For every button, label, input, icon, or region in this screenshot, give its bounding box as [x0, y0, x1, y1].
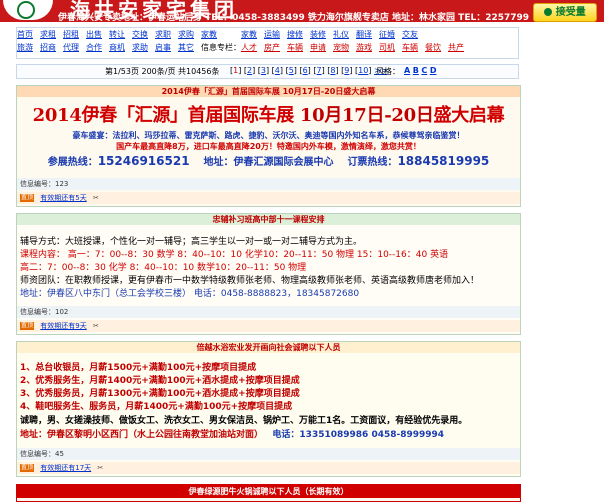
nav-link[interactable]: 装修 [310, 28, 333, 41]
nav-link[interactable]: 礼仪 [333, 28, 356, 41]
site-logo[interactable] [3, 0, 53, 20]
leaf-icon [544, 8, 553, 16]
job-line: 4、鞋吧服务生、服务员，月薪1400元+满勤100元+按摩项目提成 [20, 402, 293, 412]
nav-link[interactable]: 司机 [379, 41, 402, 54]
ad-header[interactable]: 伊春绿源肥牛火锅诚聘以下人员（长期有效） [17, 485, 520, 498]
ad-title: 2014伊春「汇源」首届国际车展 10月17日-20日盛大启幕 [32, 105, 505, 126]
nav-section-label: 信息专栏： [201, 43, 241, 52]
site-banner: 海共安家宅集团 伊春海兴安专卖地址：伊春运站后身 TEL：0458-388349… [0, 0, 604, 22]
nav-link[interactable]: 运输 [264, 28, 287, 41]
page-link[interactable]: 3 [261, 66, 266, 75]
scissors-icon[interactable]: ✂ [97, 464, 103, 472]
style-label: 风格： [376, 67, 400, 76]
nav-link[interactable]: 招租 [63, 28, 86, 41]
nav-link[interactable]: 搜修 [287, 28, 310, 41]
promo-badge[interactable]: 接受量 [533, 3, 597, 22]
scissors-icon[interactable]: ✂ [93, 322, 99, 330]
style-link[interactable]: D [430, 66, 437, 75]
style-links: A B C D [404, 66, 436, 75]
nav-link[interactable]: 转让 [109, 28, 132, 41]
ad-bath-hiring[interactable]: 倍越水浴宏业发开画向社会诚聘以下人员 1、总台收银员，月薪1500元+满勤100… [16, 341, 521, 477]
nav-link[interactable]: 征婚 [379, 28, 402, 41]
nav-link[interactable]: 旅游 [17, 41, 40, 54]
job-line: 2、优秀服务生，月薪1400元+满勤100元+酒水提成+按摩项目提成 [20, 376, 300, 386]
nav-link[interactable]: 房产 [264, 41, 287, 54]
ad-line: 地址：伊春区八中东门（总工会学校三楼） 电话：0458-8888823，1834… [20, 289, 360, 299]
ad-footer: 置顶 有效期还有9天 ✂ [17, 320, 520, 332]
page-link[interactable]: 7 [316, 66, 321, 75]
ad-brands: 豪车盛宴：法拉利、玛莎拉蒂、雷克萨斯、路虎、捷豹、沃尔沃、奥迪等国内外知名车系，… [72, 131, 465, 140]
nav-link[interactable]: 翻译 [356, 28, 379, 41]
nav-link[interactable]: 家教 [201, 28, 241, 41]
style-link[interactable]: C [421, 66, 427, 75]
pin-tag: 置顶 [20, 464, 35, 472]
nav-link[interactable]: 车辆 [402, 41, 425, 54]
page-link[interactable]: 9 [344, 66, 349, 75]
nav-link[interactable]: 求租 [40, 28, 63, 41]
nav-link[interactable]: 启事 [155, 41, 178, 54]
nav-link[interactable]: 家教 [241, 28, 264, 41]
page-link[interactable]: 8 [330, 66, 335, 75]
nav-link[interactable]: 招商 [40, 41, 63, 54]
nav-link[interactable]: 车辆 [287, 41, 310, 54]
valid-days-link[interactable]: 有效期还有9天 [40, 322, 86, 330]
address-line: 地址：伊春区黎明小区西门（水上公园往南教堂加油站对面） 电话：133510899… [20, 430, 445, 440]
nav-link[interactable]: 求助 [132, 41, 155, 54]
info-number: 信息编号：45 [17, 448, 520, 460]
ad-line: 辅导方式：大班授课，个性化一对一辅导；高三学生以一对一或一对二辅导方式为主。 [20, 237, 363, 247]
nav-link[interactable]: 求购 [178, 28, 201, 41]
nav-link[interactable]: 交友 [402, 28, 425, 41]
ad-footer: 置顶 有效期还有5天 ✂ [17, 192, 520, 204]
nav-link[interactable]: 商机 [109, 41, 132, 54]
nav-link[interactable]: 人才 [241, 41, 264, 54]
nav-link[interactable]: 代理 [63, 41, 86, 54]
page-link[interactable]: 1 [233, 66, 238, 75]
valid-days-link[interactable]: 有效期还有5天 [40, 194, 86, 202]
job-line: 1、总台收银员，月薪1500元+满勤100元+按摩项目提成 [20, 363, 257, 373]
ad-line: 师资团队：在职教师授课，更有伊春市一中数学特级教师张老师、物理高级教师张老师、英… [20, 276, 480, 286]
info-number: 信息编号：102 [17, 306, 520, 318]
style-link[interactable]: A [404, 66, 410, 75]
nav-link[interactable]: 求职 [155, 28, 178, 41]
nav-link[interactable]: 游戏 [356, 41, 379, 54]
nav-link[interactable]: 交换 [132, 28, 155, 41]
ad-tutoring[interactable]: 忠辅补习班高中部十一课程安排 辅导方式：大班授课，个性化一对一辅导；高三学生以一… [16, 213, 521, 335]
nav-link[interactable]: 出售 [86, 28, 109, 41]
nav-link[interactable]: 宠物 [333, 41, 356, 54]
ad-header[interactable]: 倍越水浴宏业发开画向社会诚聘以下人员 [17, 342, 520, 353]
ad-hotline: 参展热线：15246916521 地址：伊春汇源国际会展中心 订票热线：1884… [47, 154, 490, 168]
ad-line: 课程内容： 高一：7：00--8：30 数学 8：40--10：10 化学10：… [20, 250, 449, 260]
nav-link[interactable]: 合作 [86, 41, 109, 54]
banner-contact: 伊春海兴安专卖地址：伊春运站后身 TEL：0458-3883499 铁力海尔旗舰… [58, 13, 530, 22]
nav-link[interactable]: 共产 [448, 41, 471, 54]
nav-link[interactable]: 首页 [17, 28, 40, 41]
pin-tag: 置顶 [20, 194, 35, 202]
category-nav: 首页 求租 招租 出售 转让 交换 求职 求购 家教 家教 运输 搜修 装修 礼仪 翻译 征婚 交友 旅游 招商代… [16, 27, 519, 59]
nav-link[interactable]: 申请 [310, 41, 333, 54]
page-link[interactable]: 4 [275, 66, 280, 75]
page-info: 第1/53页 200条/页 共10456条 [105, 67, 220, 76]
page-link[interactable]: 6 [303, 66, 308, 75]
nav-link[interactable]: 餐饮 [425, 41, 448, 54]
ad-hotpot-hiring[interactable]: 伊春绿源肥牛火锅诚聘以下人员（长期有效） [16, 484, 521, 502]
ad-promo: 国产车最高直降8万，进口车最高直降20万！特邀国内外车模，激情演绎，激您共赏！ [116, 142, 421, 151]
valid-days-link[interactable]: 有效期还有17天 [40, 464, 91, 472]
ad-header[interactable]: 忠辅补习班高中部十一课程安排 [17, 214, 520, 225]
ad-footer: 置顶 有效期还有17天 ✂ [17, 462, 520, 474]
job-line: 3、优秀服务员，月薪1300元+满勤100元+酒水提成+按摩项目提成 [20, 389, 300, 399]
ad-line: 高二：7：00--8：30 化学 8：40--10：10 数学10：20--11… [20, 263, 307, 273]
style-link[interactable]: B [413, 66, 419, 75]
ad-car-show[interactable]: 2014伊春「汇源」首届国际车展 10月17日-20日盛大启幕 2014伊春「汇… [16, 85, 521, 207]
page-link[interactable]: 5 [289, 66, 294, 75]
page-link[interactable]: 10 [358, 66, 368, 75]
nav-link[interactable]: 其它 [178, 41, 201, 54]
job-line: 诚聘，男、女搓澡技师、做饭女工、洗衣女工、男女保洁员、锅炉工、万能工1名。工资面… [20, 416, 468, 426]
info-number: 信息编号：123 [17, 178, 520, 190]
ad-header[interactable]: 2014伊春「汇源」首届国际车展 10月17日-20日盛大启幕 [17, 86, 520, 97]
pin-tag: 置顶 [20, 322, 35, 330]
page-link[interactable]: 2 [247, 66, 252, 75]
scissors-icon[interactable]: ✂ [93, 194, 99, 202]
page-links: [1] [2] [3] [4] [5] [6] [7] [8] [9] [10]… [230, 66, 388, 75]
pagination-bar: 第1/53页 200条/页 共10456条 [1] [2] [3] [4] [5… [16, 64, 519, 79]
